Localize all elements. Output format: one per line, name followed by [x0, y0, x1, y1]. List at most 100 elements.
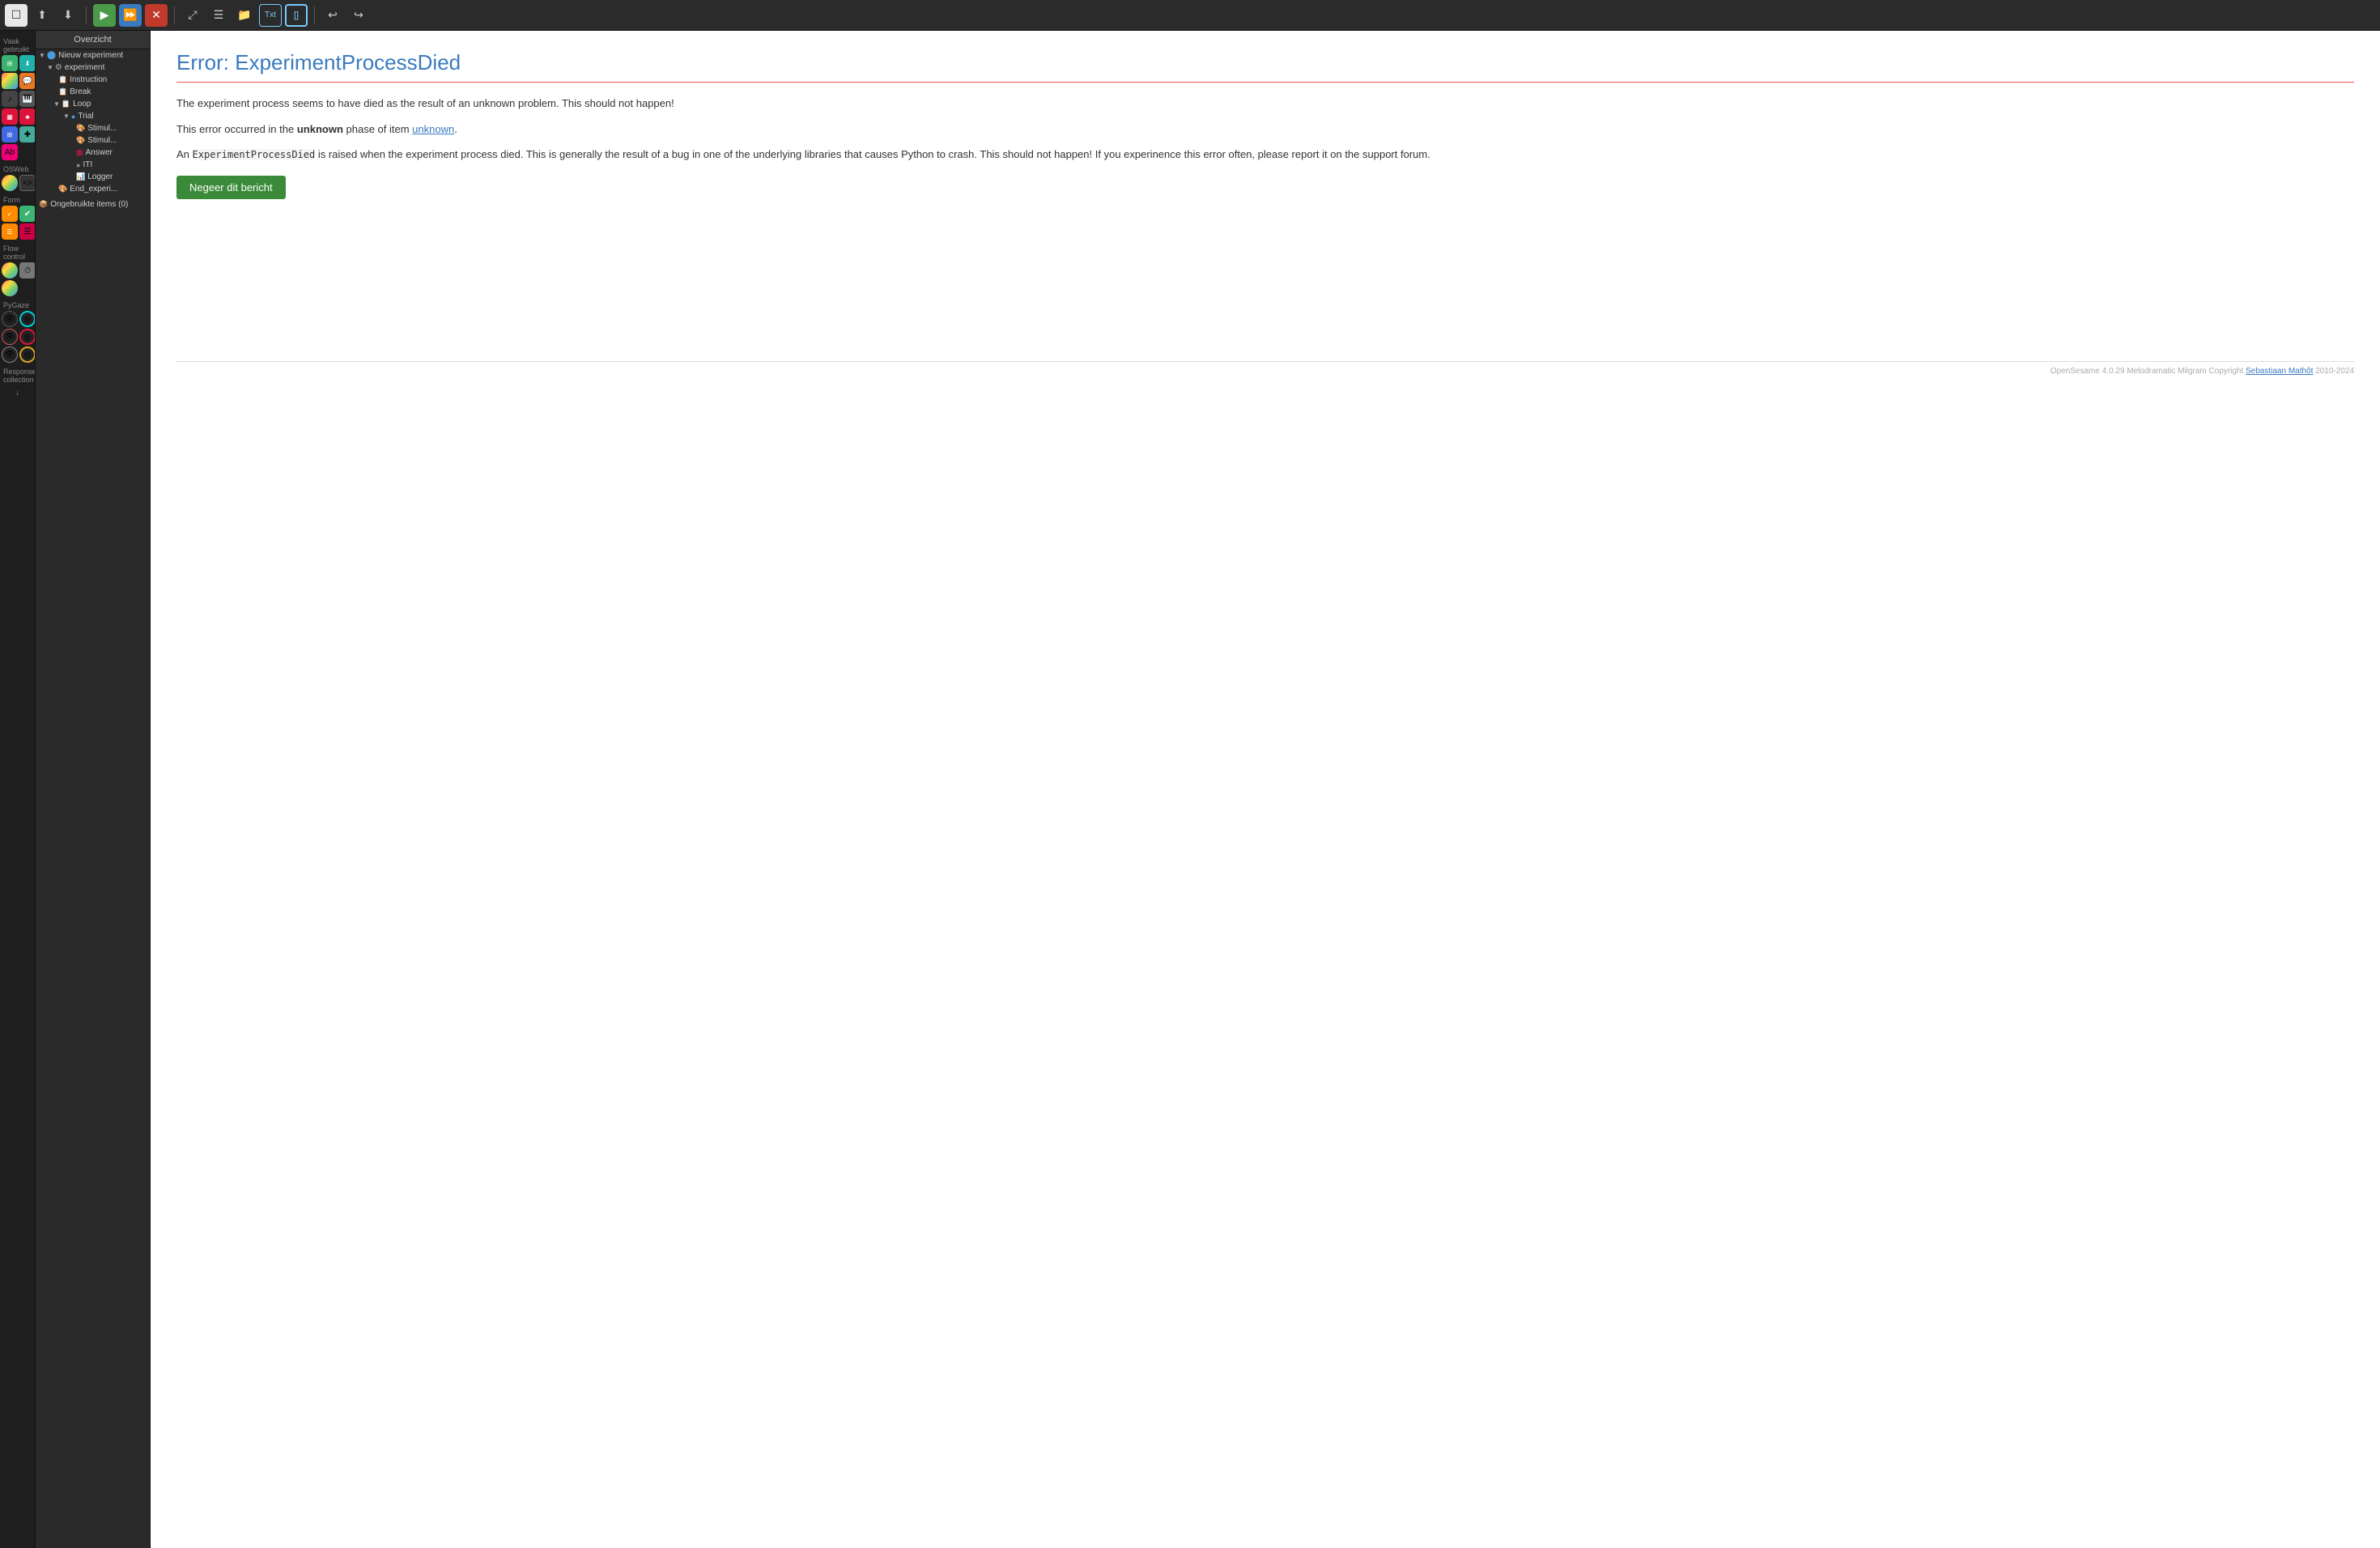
icon-sequence[interactable] — [2, 280, 18, 296]
open-button[interactable]: ⬆ — [31, 4, 53, 27]
icon-eye2[interactable]: ◎ — [19, 311, 36, 327]
tree-item-loop[interactable]: ▼ 📋 Loop — [36, 98, 150, 110]
stimul1-label: Stimul... — [87, 124, 117, 133]
copyright: OpenSesame 4.0.29 Melodramatic Milgram C… — [176, 361, 2354, 376]
osweb-label: OSWeb — [2, 162, 33, 175]
loop-icon: 📋 — [62, 100, 70, 108]
icon-clock[interactable]: ⏱ — [19, 262, 36, 279]
icon-osweb2[interactable]: <> — [19, 175, 36, 191]
para2-before: This error occurred in the — [176, 123, 297, 135]
new-button[interactable]: ☐ — [5, 4, 28, 27]
content-panel: Error: ExperimentProcessDied The experim… — [151, 31, 2380, 1548]
iti-label: ITI — [83, 160, 92, 169]
icon-piano[interactable]: 🎹 — [19, 91, 36, 107]
icon-plugin[interactable]: ⊞ — [2, 126, 18, 142]
tree-item-nieuw-experiment[interactable]: ▼ ⬤ Nieuw experiment — [36, 49, 150, 62]
flow-control-label: Flow control — [2, 241, 33, 262]
para3-before: An — [176, 148, 193, 160]
icon-colorcircle[interactable] — [2, 73, 18, 89]
break-label: Break — [70, 87, 91, 96]
trial-icon: ● — [71, 113, 75, 121]
error-body: The experiment process seems to have die… — [176, 96, 2354, 199]
tree-item-stimul2[interactable]: 🎨 Stimul... — [36, 134, 150, 147]
para2-link[interactable]: unknown — [412, 123, 454, 135]
tree-panel: Overzicht ▼ ⬤ Nieuw experiment ▼ ⚙ exper… — [36, 31, 151, 1548]
break-icon: 📋 — [58, 87, 67, 96]
arrow-icon: ▼ — [39, 52, 45, 59]
tree-item-instruction[interactable]: 📋 Instruction — [36, 74, 150, 86]
icon-music[interactable]: ♪ — [2, 91, 18, 107]
toolbar: ☐ ⬆ ⬇ ▶ ⏩ ✕ ⤢ ☰ 📁 Txt [] ↩ ↪ — [0, 0, 2380, 31]
tree-item-experiment[interactable]: ▼ ⚙ experiment — [36, 62, 150, 74]
icon-eye6[interactable]: ◎ — [19, 347, 36, 363]
dismiss-button[interactable]: Negeer dit bericht — [176, 176, 286, 199]
para2-bold: unknown — [297, 123, 343, 135]
tree-header: Overzicht — [36, 31, 150, 49]
response-arrow: ↓ — [15, 389, 19, 398]
para2-middle: phase of item — [343, 123, 412, 135]
icon-form-list2[interactable]: ☰ — [19, 223, 36, 240]
response-label: Response collection — [2, 364, 33, 385]
tree-item-answer[interactable]: ▦ Answer — [36, 147, 150, 159]
separator-2 — [174, 6, 175, 24]
icon-sketchpad[interactable]: ⊞ — [2, 55, 18, 71]
tree-item-logger[interactable]: 📊 Logger — [36, 171, 150, 183]
icon-form-check2[interactable]: ✔ — [19, 206, 36, 222]
tree-item-iti[interactable]: ● ITI — [36, 159, 150, 171]
error-para3: An ExperimentProcessDied is raised when … — [176, 147, 2354, 163]
run-button[interactable]: ▶ — [93, 4, 116, 27]
stop-button[interactable]: ✕ — [145, 4, 168, 27]
tree-item-unused[interactable]: 📦 Ongebruikte items (0) — [36, 198, 150, 211]
undo-button[interactable]: ↩ — [321, 4, 344, 27]
experiment-label: experiment — [65, 63, 104, 72]
para3-code: ExperimentProcessDied — [193, 149, 316, 160]
icon-panel: Vaak gebruikt ⊞ ⬇ 💬 ♪ 🎹 ▦ ♣ ⊞ ✚ Ab OSWeb… — [0, 31, 36, 1548]
folder-button[interactable]: 📁 — [233, 4, 256, 27]
exp-icon: ⚙ — [55, 63, 62, 72]
icon-eye3[interactable]: 👁 — [2, 329, 18, 345]
nieuw-icon: ⬤ — [47, 51, 56, 60]
icon-eye1[interactable]: 👁 — [2, 311, 18, 327]
end-label: End_experi... — [70, 185, 117, 194]
iti-icon: ● — [76, 161, 80, 169]
tree-item-trial[interactable]: ▼ ● Trial — [36, 110, 150, 122]
error-title: Error: ExperimentProcessDied — [176, 50, 2354, 83]
main-area: Vaak gebruikt ⊞ ⬇ 💬 ♪ 🎹 ▦ ♣ ⊞ ✚ Ab OSWeb… — [0, 31, 2380, 1548]
loop-label: Loop — [73, 100, 91, 108]
para3-after: is raised when the experiment process di… — [315, 148, 1430, 160]
icon-plugin2[interactable]: ✚ — [19, 126, 36, 142]
para2-end: . — [454, 123, 457, 135]
icon-form-text[interactable]: ▦ — [2, 108, 18, 125]
icon-ab[interactable]: Ab — [2, 144, 18, 160]
terminal-button[interactable]: Txt — [259, 4, 282, 27]
instruction-label: Instruction — [70, 75, 107, 84]
tree-item-break[interactable]: 📋 Break — [36, 86, 150, 98]
copyright-text: OpenSesame 4.0.29 Melodramatic Milgram C… — [2051, 367, 2246, 376]
icon-form-list[interactable]: ☰ — [2, 223, 18, 240]
run-fast-button[interactable]: ⏩ — [119, 4, 142, 27]
icon-osweb1[interactable] — [2, 175, 18, 191]
separator-3 — [314, 6, 315, 24]
bracket-button[interactable]: [] — [285, 4, 308, 27]
icon-form2[interactable]: ♣ — [19, 108, 36, 125]
list-button[interactable]: ☰ — [207, 4, 230, 27]
redo-button[interactable]: ↪ — [347, 4, 370, 27]
pygaze-label: PyGaze — [2, 298, 33, 311]
fullscreen-button[interactable]: ⤢ — [181, 4, 204, 27]
icon-chat[interactable]: 💬 — [19, 73, 36, 89]
arrow-icon: ▼ — [53, 100, 60, 108]
icon-eye4[interactable]: ◎ — [19, 329, 36, 345]
instruction-icon: 📋 — [58, 75, 67, 84]
form-label: Form — [2, 193, 33, 206]
copyright-link[interactable]: Sebastiaan Mathôt — [2246, 367, 2313, 376]
error-para1: The experiment process seems to have die… — [176, 96, 2354, 112]
icon-feedback[interactable]: ⬇ — [19, 55, 36, 71]
icon-form-check[interactable]: ✓ — [2, 206, 18, 222]
unused-icon: 📦 — [39, 200, 48, 209]
icon-eye5[interactable]: 👁 — [2, 347, 18, 363]
icon-loop[interactable] — [2, 262, 18, 279]
tree-item-end-experiment[interactable]: 🎨 End_experi... — [36, 183, 150, 195]
save-button[interactable]: ⬇ — [57, 4, 79, 27]
arrow-icon: ▼ — [47, 64, 53, 71]
tree-item-stimul1[interactable]: 🎨 Stimul... — [36, 122, 150, 134]
